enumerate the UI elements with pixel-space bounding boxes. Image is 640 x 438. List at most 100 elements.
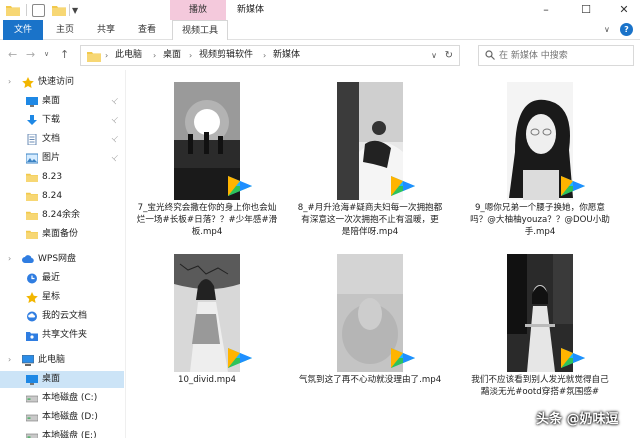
sidebar-item[interactable]: 桌面 ⊥ [0, 93, 124, 110]
sidebar-item-label: 共享文件夹 [42, 330, 88, 340]
sidebar-item-label: 桌面 [42, 374, 61, 384]
sidebar-item-label: 桌面备份 [42, 229, 79, 239]
sidebar-item[interactable]: 8.24 [0, 188, 124, 205]
file-view[interactable]: 7_宝光终究会撒在你的身上你也会灿烂一场#长板#日落？？#少年感#滑板.mp4 8… [130, 70, 640, 438]
chevron-right-icon[interactable]: › [8, 355, 11, 364]
up-icon[interactable]: ↑ [60, 48, 69, 61]
address-bar[interactable]: › 此电脑 › 桌面 › 视频剪辑软件 › 新媒体 ∨ ↻ [80, 45, 460, 66]
sidebar-item-label: 8.24 [42, 191, 63, 201]
sidebar-item[interactable]: › WPS网盘 [0, 251, 124, 268]
file-name: 10_divid.mp4 [177, 375, 237, 385]
sidebar-item-label: WPS网盘 [38, 254, 77, 264]
sidebar-item-label: 最近 [42, 273, 61, 283]
chevron-down-icon[interactable]: ▼ [72, 6, 78, 15]
breadcrumb-this-pc[interactable]: 此电脑 [115, 46, 142, 65]
sidebar-item[interactable]: 图片 ⊥ [0, 150, 124, 167]
navigation-pane[interactable]: › 快速访问 桌面 ⊥ 下载 ⊥ 文档 ⊥ 图片 ⊥ 8.23 8.24 8.24余余 桌面备份 › WPS网… [0, 70, 126, 438]
pin-icon[interactable]: ⊥ [110, 114, 121, 125]
desktop-icon [26, 96, 38, 107]
new-folder-icon[interactable] [52, 4, 66, 16]
folder-icon[interactable] [6, 4, 20, 16]
clock-icon [26, 273, 38, 284]
sidebar-item-label: 下载 [42, 115, 61, 125]
file-tile[interactable]: 7_宝光终究会撒在你的身上你也会灿烂一场#长板#日落？？#少年感#滑板.mp4 [132, 74, 282, 252]
folder-icon [26, 172, 38, 183]
sidebar-item[interactable]: 8.24余余 [0, 207, 124, 224]
properties-icon[interactable] [32, 4, 45, 17]
desktop-icon [26, 374, 38, 385]
file-tile[interactable]: 10_divid.mp4 [132, 246, 282, 424]
star-icon [22, 77, 34, 88]
breadcrumb-desktop[interactable]: 桌面 [163, 46, 181, 65]
tab-file[interactable]: 文件 [3, 20, 43, 40]
star-icon [26, 292, 38, 303]
breadcrumb-separator[interactable]: › [263, 46, 266, 65]
close-button[interactable]: ✕ [610, 0, 638, 20]
sidebar-item-label: 星标 [42, 292, 61, 302]
video-player-icon [557, 346, 587, 370]
breadcrumb-separator[interactable]: › [153, 46, 156, 65]
file-name: 我们不应该看到别人发光就觉得自己黯淡无光#ootd穿搭#氛围感# [471, 375, 609, 397]
sidebar-item[interactable]: 文档 ⊥ [0, 131, 124, 148]
breadcrumb-separator[interactable]: › [105, 46, 108, 65]
refresh-icon[interactable]: ↻ [445, 46, 453, 65]
file-tile[interactable]: 气氛到这了再不心动就没理由了.mp4 [295, 246, 445, 424]
forward-icon[interactable]: → [26, 48, 35, 61]
minimize-button[interactable]: – [532, 0, 560, 20]
back-icon[interactable]: ← [8, 48, 17, 61]
tab-video-tools[interactable]: 视频工具 [172, 20, 228, 40]
sidebar-item-label: 8.24余余 [42, 210, 81, 220]
sidebar-item-label: 本地磁盘 (D:) [42, 412, 98, 422]
file-tile[interactable]: 8_#月升沧海#疑商夫妇每一次拥抱都有深意这一次次拥抱不止有温暖，更是陪伴呀.m… [295, 74, 445, 252]
breadcrumb-new-media[interactable]: 新媒体 [273, 46, 300, 65]
computer-icon [21, 354, 35, 366]
video-player-icon [224, 174, 254, 198]
maximize-button[interactable]: ☐ [572, 0, 600, 20]
chevron-right-icon[interactable]: › [8, 77, 11, 86]
chevron-right-icon[interactable]: › [8, 254, 11, 263]
sidebar-item[interactable]: 共享文件夹 [0, 327, 124, 344]
address-dropdown-icon[interactable]: ∨ [431, 46, 437, 65]
expand-ribbon-icon[interactable]: ∨ [604, 25, 610, 34]
sidebar-item[interactable]: 本地磁盘 (C:) [0, 390, 124, 407]
context-tab-play[interactable]: 播放 [170, 0, 226, 20]
video-player-icon [557, 174, 587, 198]
cloud-doc-icon [26, 311, 38, 322]
recent-locations-icon[interactable]: ∨ [44, 50, 49, 58]
sidebar-item[interactable]: 我的云文档 [0, 308, 124, 325]
file-name: 7_宝光终究会撒在你的身上你也会灿烂一场#长板#日落？？#少年感#滑板.mp4 [136, 203, 278, 237]
search-box[interactable] [478, 45, 634, 66]
breadcrumb-separator[interactable]: › [189, 46, 192, 65]
file-name: 9_嗯你兄弟一个腰子换她，你愿意吗？@大柚柚youza？？@DOU小助手.mp4 [470, 203, 610, 237]
sidebar-item[interactable]: 8.23 [0, 169, 124, 186]
tab-share[interactable]: 共享 [88, 20, 124, 40]
sidebar-item[interactable]: 桌面 [0, 371, 124, 388]
sidebar-item-label: 桌面 [42, 96, 61, 106]
sidebar-item[interactable]: › 此电脑 [0, 352, 124, 369]
sidebar-item[interactable]: 桌面备份 [0, 226, 124, 243]
file-name: 8_#月升沧海#疑商夫妇每一次拥抱都有深意这一次次拥抱不止有温暖，更是陪伴呀.m… [297, 203, 443, 237]
sidebar-item[interactable]: 下载 ⊥ [0, 112, 124, 129]
sidebar-item[interactable]: › 快速访问 [0, 74, 124, 91]
pin-icon[interactable]: ⊥ [110, 152, 121, 163]
tab-home[interactable]: 主页 [47, 20, 83, 40]
search-input[interactable] [499, 48, 629, 63]
document-icon [26, 133, 38, 146]
tab-view[interactable]: 查看 [129, 20, 165, 40]
video-player-icon [387, 174, 417, 198]
sidebar-item[interactable]: 本地磁盘 (E:) [0, 428, 124, 438]
file-tile[interactable]: 9_嗯你兄弟一个腰子换她，你愿意吗？@大柚柚youza？？@DOU小助手.mp4 [465, 74, 615, 252]
sidebar-item[interactable]: 本地磁盘 (D:) [0, 409, 124, 426]
download-icon [26, 115, 38, 126]
help-icon[interactable]: ? [620, 23, 633, 36]
pin-icon[interactable]: ⊥ [110, 133, 121, 144]
file-tile[interactable]: 我们不应该看到别人发光就觉得自己黯淡无光#ootd穿搭#氛围感# [465, 246, 615, 424]
drive-icon [25, 431, 39, 438]
sidebar-item-label: 此电脑 [38, 355, 66, 365]
sidebar-item[interactable]: 星标 [0, 289, 124, 306]
pin-icon[interactable]: ⊥ [110, 95, 121, 106]
watermark: 头条 @奶味逗 [536, 412, 619, 427]
breadcrumb-video-software[interactable]: 视频剪辑软件 [199, 46, 253, 65]
sidebar-item-label: 快速访问 [38, 77, 75, 87]
sidebar-item[interactable]: 最近 [0, 270, 124, 287]
